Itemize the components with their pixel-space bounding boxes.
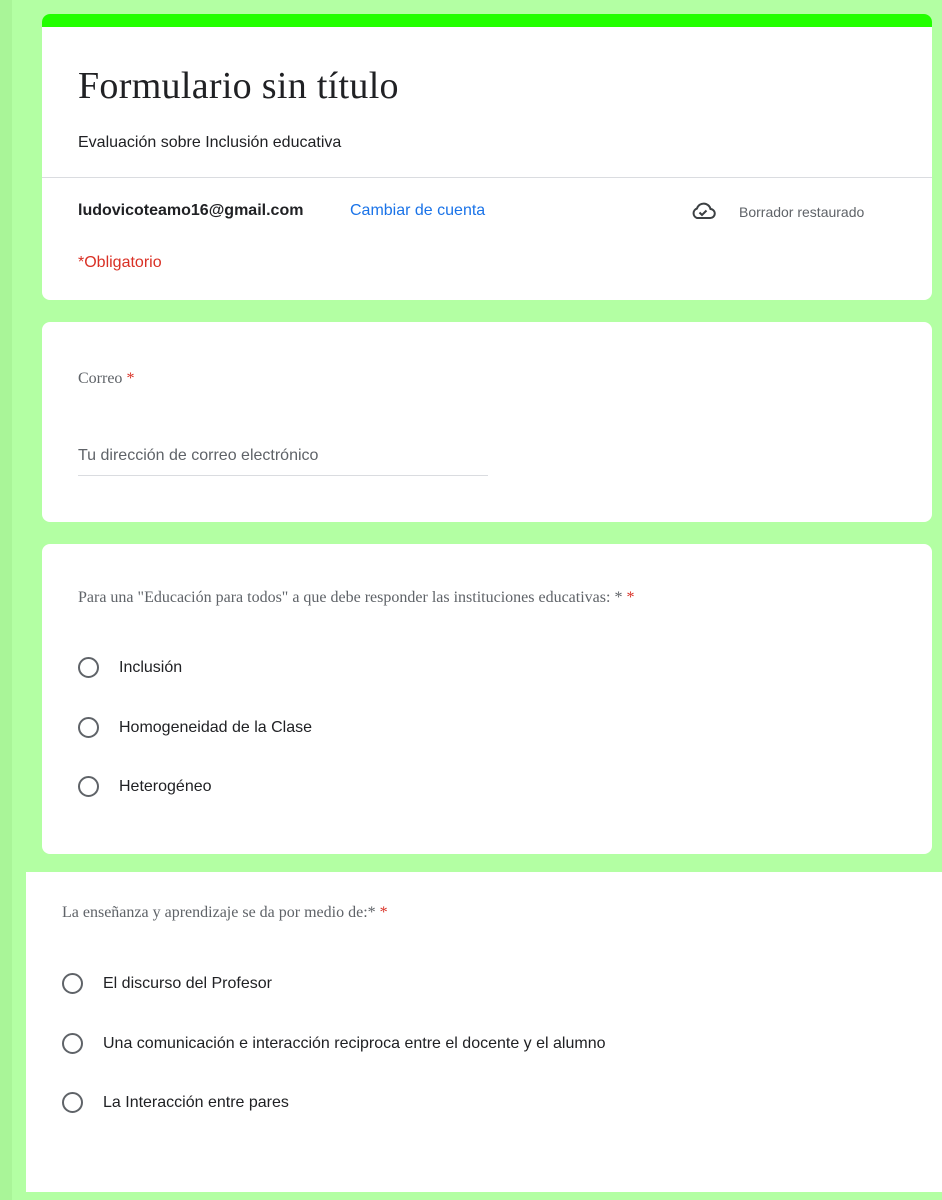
cloud-check-icon xyxy=(692,202,716,219)
form-title: Formulario sin título xyxy=(78,65,399,107)
question-1-label: Para una "Educación para todos" a que de… xyxy=(78,589,634,607)
radio-option[interactable]: Heterogéneo xyxy=(78,776,212,797)
radio-option[interactable]: La Interacción entre pares xyxy=(62,1092,289,1113)
radio-button[interactable] xyxy=(62,1092,83,1113)
form-header-card: Formulario sin título Evaluación sobre I… xyxy=(42,14,932,300)
question-1-text: Para una "Educación para todos" a que de… xyxy=(78,589,623,606)
radio-option[interactable]: Homogeneidad de la Clase xyxy=(78,717,312,738)
radio-option-label: Homogeneidad de la Clase xyxy=(119,718,313,736)
question-card-1: Para una "Educación para todos" a que de… xyxy=(42,544,932,854)
left-background-strip xyxy=(0,0,12,1200)
radio-option-label: La Interacción entre pares xyxy=(103,1093,289,1111)
radio-button[interactable] xyxy=(78,717,99,738)
required-asterisk: * xyxy=(626,589,635,606)
required-note: *Obligatorio xyxy=(78,254,162,271)
email-question-label: Correo * xyxy=(78,370,134,388)
radio-option[interactable]: Inclusión xyxy=(78,657,182,678)
form-description: Evaluación sobre Inclusión educativa xyxy=(78,134,342,151)
email-input[interactable] xyxy=(78,436,488,476)
draft-status: Borrador restaurado xyxy=(739,204,865,220)
email-question-text: Correo xyxy=(78,370,123,387)
required-asterisk: * xyxy=(126,370,135,387)
required-asterisk: * xyxy=(379,904,388,921)
radio-option-label: Heterogéneo xyxy=(119,777,212,795)
email-question-card: Correo * xyxy=(42,322,932,522)
radio-button[interactable] xyxy=(78,776,99,797)
radio-option[interactable]: El discurso del Profesor xyxy=(62,973,272,994)
question-card-2: La enseñanza y aprendizaje se da por med… xyxy=(26,872,942,1192)
switch-account-link[interactable]: Cambiar de cuenta xyxy=(350,202,485,220)
account-email: ludovicoteamo16@gmail.com xyxy=(78,202,304,219)
radio-option-label: Una comunicación e interacción reciproca… xyxy=(103,1034,606,1052)
radio-button[interactable] xyxy=(62,1033,83,1054)
question-2-label: La enseñanza y aprendizaje se da por med… xyxy=(62,904,388,922)
radio-option[interactable]: Una comunicación e interacción reciproca… xyxy=(62,1033,606,1054)
header-accent-bar xyxy=(42,14,932,27)
question-2-text: La enseñanza y aprendizaje se da por med… xyxy=(62,904,376,921)
header-divider xyxy=(42,177,932,178)
radio-option-label: El discurso del Profesor xyxy=(103,974,272,992)
radio-option-label: Inclusión xyxy=(119,658,183,676)
radio-button[interactable] xyxy=(78,657,99,678)
radio-button[interactable] xyxy=(62,973,83,994)
